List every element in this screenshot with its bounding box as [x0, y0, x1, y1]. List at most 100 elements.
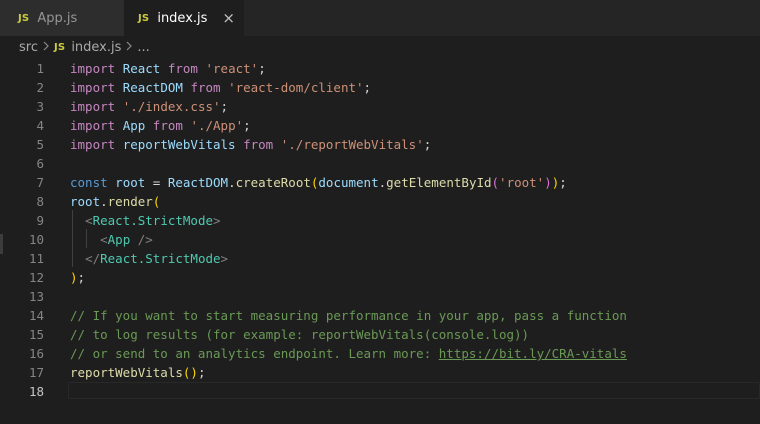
code-text: <React.StrictMode> — [70, 211, 220, 230]
code-text: import reportWebVitals from './reportWeb… — [70, 135, 431, 154]
line-number: 2 — [36, 80, 44, 95]
code-line[interactable]: 17 reportWebVitals(); — [0, 363, 760, 382]
code-line[interactable]: 5 import reportWebVitals from './reportWe… — [0, 135, 760, 154]
code-token: 'react-dom/client' — [228, 80, 364, 95]
breadcrumb-folder-src[interactable]: src — [19, 40, 38, 55]
code-token: createRoot — [235, 175, 311, 190]
code-token: React — [122, 61, 161, 76]
breadcrumb-file-index-js[interactable]: JS index.js — [54, 40, 121, 55]
code-token: ; — [243, 118, 251, 133]
code-token: './reportWebVitals' — [280, 137, 424, 152]
tab-index-js[interactable]: JS index.js × — [124, 0, 244, 36]
code-token: React.StrictMode — [100, 251, 221, 266]
code-token: import — [70, 118, 116, 133]
code-token: ; — [258, 61, 266, 76]
code-token: import — [70, 80, 116, 95]
code-token: const — [70, 175, 108, 190]
code-token: ) — [70, 270, 78, 285]
code-text: // If you want to start measuring perfor… — [70, 306, 627, 325]
chevron-right-icon — [42, 40, 50, 55]
code-text: ); — [70, 268, 85, 287]
code-token: './index.css' — [122, 99, 221, 114]
code-token: < — [85, 213, 93, 228]
code-text: // or send to an analytics endpoint. Lea… — [70, 344, 627, 363]
code-line[interactable]: 15 // to log results (for example: report… — [0, 325, 760, 344]
code-token: reportWebVitals — [122, 137, 236, 152]
code-text: <App /> — [70, 230, 153, 249]
code-link[interactable]: https://bit.ly/CRA-vitals — [439, 346, 627, 361]
line-number: 17 — [28, 365, 44, 380]
code-text: const root = ReactDOM.createRoot (documen… — [70, 173, 567, 192]
code-line[interactable]: 1 import React from 'react'; — [0, 59, 760, 78]
code-token: ; — [220, 99, 229, 114]
code-token: React.StrictMode — [92, 213, 214, 228]
chevron-right-icon — [125, 40, 133, 55]
code-line[interactable]: 14 // If you want to start measuring perf… — [0, 306, 760, 325]
code-text: // to log results (for example: reportWe… — [70, 325, 529, 344]
line-number: 16 — [28, 346, 44, 361]
code-line[interactable]: 12); — [0, 268, 760, 287]
code-text: </React.StrictMode> — [70, 249, 228, 268]
code-line[interactable]: 9 <React.StrictMode> — [0, 211, 760, 230]
code-text: import './index.css'; — [70, 97, 228, 116]
code-editor[interactable]: 1 import React from 'react'; 2 import React… — [0, 58, 760, 424]
code-line[interactable]: 10 <App /> — [0, 230, 760, 249]
code-token: getElementById — [386, 175, 492, 190]
close-icon[interactable]: × — [222, 9, 235, 27]
line-number: 7 — [36, 175, 44, 190]
code-line[interactable]: 8 root.render( — [0, 192, 760, 211]
code-token: /> — [137, 232, 153, 247]
tab-app-js[interactable]: JS App.js — [0, 0, 124, 36]
code-line[interactable]: 4 import App from './App'; — [0, 116, 760, 135]
code-text: import App from './App'; — [70, 116, 251, 135]
code-token: 'root' — [499, 175, 545, 190]
code-token: render — [107, 194, 153, 209]
code-token: ) — [544, 175, 552, 190]
line-number: 11 — [28, 251, 44, 266]
code-token: </ — [85, 251, 101, 266]
code-token: ; — [77, 270, 86, 285]
line-number: 6 — [36, 156, 44, 171]
code-token: ( — [491, 175, 500, 190]
line-number: 4 — [36, 118, 44, 133]
code-token: . — [228, 175, 236, 190]
breadcrumb: src JS index.js ... — [0, 36, 760, 58]
code-line[interactable]: 13 — [0, 287, 760, 306]
code-text: reportWebVitals(); — [70, 363, 205, 382]
code-token: // to log results (for example: reportWe… — [70, 327, 530, 342]
breadcrumb-more[interactable]: ... — [137, 40, 149, 55]
editor-tab-bar: JS App.js JS index.js × — [0, 0, 760, 36]
code-token: ReactDOM — [167, 175, 229, 190]
code-line[interactable]: 3 import './index.css'; — [0, 97, 760, 116]
code-line[interactable]: 18 — [0, 382, 760, 401]
code-token: // If you want to start measuring perfor… — [70, 308, 627, 323]
line-number: 5 — [36, 137, 44, 152]
code-token: () — [182, 365, 198, 380]
code-token: // or send to an analytics endpoint. Lea… — [70, 346, 439, 361]
code-line[interactable]: 7 const root = ReactDOM.createRoot (docume… — [0, 173, 760, 192]
code-line[interactable]: 16 // or send to an analytics endpoint. L… — [0, 344, 760, 363]
line-number: 10 — [28, 232, 44, 247]
javascript-file-icon: JS — [18, 12, 30, 24]
code-line[interactable]: 6 — [0, 154, 760, 173]
code-token: import — [70, 61, 116, 76]
code-line[interactable]: 2 import ReactDOM from 'react-dom/client'… — [0, 78, 760, 97]
code-token: App — [107, 232, 131, 247]
code-token: root — [70, 194, 101, 209]
javascript-file-icon: JS — [53, 41, 66, 53]
code-line[interactable]: 11 </React.StrictMode> — [0, 249, 760, 268]
javascript-file-icon: JS — [138, 12, 150, 24]
tab-label: App.js — [37, 10, 78, 26]
code-token: import — [70, 99, 116, 114]
